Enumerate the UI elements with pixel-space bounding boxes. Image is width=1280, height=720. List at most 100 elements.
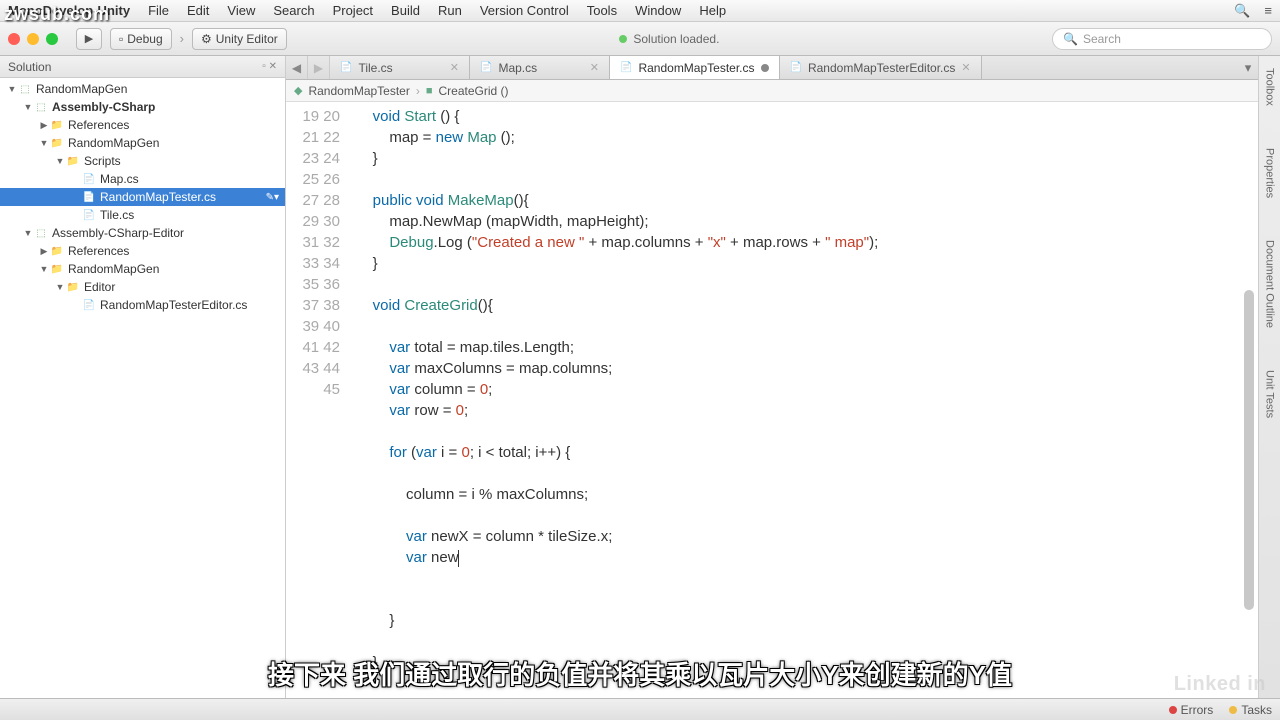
tree-item-randommaptester-cs[interactable]: 📄RandomMapTester.cs✎▾ <box>0 188 285 206</box>
tree-item-references[interactable]: ▶📁References <box>0 242 285 260</box>
sidetab-unit-tests[interactable]: Unit Tests <box>1262 364 1278 424</box>
menu-help[interactable]: Help <box>699 3 726 18</box>
tree-item-references[interactable]: ▶📁 References <box>0 116 285 134</box>
disclosure-icon[interactable]: ▼ <box>22 102 34 112</box>
tree-item-editor[interactable]: ▼📁Editor <box>0 278 285 296</box>
tree-item-randommapgen[interactable]: ▼⬚RandomMapGen <box>0 80 285 98</box>
solution-tree[interactable]: ▼⬚RandomMapGen▼⬚Assembly-CSharp▶📁Referen… <box>0 78 285 316</box>
search-icon: 🔍 <box>1063 32 1078 46</box>
menu-search[interactable]: Search <box>273 3 314 18</box>
disclosure-icon[interactable]: ▼ <box>38 264 50 274</box>
zoom-dot[interactable] <box>46 33 58 45</box>
breadcrumb-method[interactable]: CreateGrid () <box>439 84 509 98</box>
method-icon: ■ <box>426 85 433 97</box>
tab-map-cs[interactable]: 📄Map.cs✕ <box>470 56 610 79</box>
tasks-button[interactable]: Tasks <box>1229 703 1272 717</box>
menu-view[interactable]: View <box>227 3 255 18</box>
folder-icon: 📁 <box>66 154 80 168</box>
tab-label: RandomMapTesterEditor.cs <box>808 61 955 75</box>
tree-item-randommapgen[interactable]: ▼📁RandomMapGen <box>0 260 285 278</box>
tree-label: Tile.cs <box>100 208 134 222</box>
menu-project[interactable]: Project <box>333 3 373 18</box>
tree-label: References <box>68 118 129 132</box>
code-text[interactable]: void Start () { map = new Map (); } publ… <box>356 102 1258 698</box>
menu-edit[interactable]: Edit <box>187 3 209 18</box>
panel-controls[interactable]: ▫ ✕ <box>262 61 277 72</box>
disclosure-icon[interactable]: ▼ <box>6 84 18 94</box>
menu-tools[interactable]: Tools <box>587 3 617 18</box>
sidetab-toolbox[interactable]: Toolbox <box>1262 62 1278 112</box>
run-button[interactable]: ▶ <box>76 28 102 50</box>
disclosure-icon[interactable]: ▼ <box>22 228 34 238</box>
search-icon[interactable]: 🔍 <box>1234 3 1250 19</box>
toolbar: ▶ ▫ Debug › ⚙ Unity Editor Solution load… <box>0 22 1280 56</box>
tab-tile-cs[interactable]: 📄 Tile.cs ✕ <box>330 56 470 79</box>
tree-item-map-cs[interactable]: 📄Map.cs <box>0 170 285 188</box>
menu-file[interactable]: File <box>148 3 169 18</box>
folder-icon: 📁 <box>50 136 64 150</box>
file-icon: 📄 <box>340 62 352 73</box>
linkedin-watermark: Linked in <box>1174 673 1266 696</box>
tree-item-assembly-csharp-editor[interactable]: ▼⬚Assembly-CSharp-Editor <box>0 224 285 242</box>
errors-button[interactable]: Errors <box>1169 703 1214 717</box>
breadcrumb[interactable]: ◆ RandomMapTester › ■ CreateGrid () <box>286 80 1258 102</box>
close-icon[interactable]: ✕ <box>590 61 599 74</box>
side-tool-tabs[interactable]: Toolbox Properties Document Outline Unit Te… <box>1258 56 1280 698</box>
close-dot[interactable] <box>8 33 20 45</box>
line-gutter: 19 20 21 22 23 24 25 26 27 28 29 30 31 3… <box>286 102 356 698</box>
tree-label: RandomMapTester.cs <box>100 190 216 204</box>
target-combo[interactable]: ⚙ Unity Editor <box>192 28 287 50</box>
combo-sep: › <box>180 31 184 46</box>
solution-sidebar: Solution ▫ ✕ ▼⬚RandomMapGen▼⬚Assembly-CS… <box>0 56 286 698</box>
tree-item-assembly-csharp[interactable]: ▼⬚ Assembly-CSharp <box>0 98 285 116</box>
file-icon: 📄 <box>790 62 802 73</box>
folder-icon: 📁 <box>66 280 80 294</box>
disclosure-icon[interactable]: ▶ <box>38 246 50 257</box>
menu-window[interactable]: Window <box>635 3 681 18</box>
menu-run[interactable]: Run <box>438 3 462 18</box>
tree-item-scripts[interactable]: ▼📁 Scripts <box>0 152 285 170</box>
window-controls[interactable] <box>8 33 58 45</box>
menu-build[interactable]: Build <box>391 3 420 18</box>
nav-back[interactable]: ◀ <box>286 56 308 79</box>
tab-randommaptestereditor-cs[interactable]: 📄 RandomMapTesterEditor.cs ✕ <box>780 56 982 79</box>
folder-icon: 📁 <box>50 262 64 276</box>
tree-item-tile-cs[interactable]: 📄 Tile.cs <box>0 206 285 224</box>
scrollbar-thumb[interactable] <box>1244 290 1254 610</box>
sidetab-document-outline[interactable]: Document Outline <box>1262 234 1278 334</box>
task-icon <box>1229 706 1237 714</box>
disclosure-icon[interactable]: ▼ <box>38 138 50 148</box>
nav-forward[interactable]: ▶ <box>308 56 330 79</box>
close-icon[interactable]: ✕ <box>450 61 459 74</box>
proj-icon: ⬚ <box>34 226 48 240</box>
cs-icon: 📄 <box>82 298 96 312</box>
sidetab-properties[interactable]: Properties <box>1262 142 1278 204</box>
tree-label: Assembly-CSharp <box>52 100 155 114</box>
search-input[interactable]: 🔍Search <box>1052 28 1272 50</box>
tree-label: Scripts <box>84 154 121 168</box>
folder-icon: 📁 <box>50 118 64 132</box>
tab-randommaptester-cs[interactable]: 📄RandomMapTester.cs <box>610 56 780 79</box>
breadcrumb-class[interactable]: RandomMapTester <box>308 84 409 98</box>
tree-item-randommaptestereditor-cs[interactable]: 📄RandomMapTesterEditor.cs <box>0 296 285 314</box>
tree-item-randommapgen[interactable]: ▼📁 RandomMapGen <box>0 134 285 152</box>
tab-label: Tile.cs <box>358 61 392 75</box>
menubar-right: 🔍 ≡ <box>1234 3 1272 19</box>
menu-icon[interactable]: ≡ <box>1264 3 1272 19</box>
disclosure-icon[interactable]: ▼ <box>54 282 66 292</box>
code-view[interactable]: 19 20 21 22 23 24 25 26 27 28 29 30 31 3… <box>286 102 1258 698</box>
cs-icon: 📄 <box>82 190 96 204</box>
minimize-dot[interactable] <box>27 33 39 45</box>
menu-version-control[interactable]: Version Control <box>480 3 569 18</box>
config-combo[interactable]: ▫ Debug <box>110 28 172 50</box>
close-icon[interactable]: ✕ <box>961 61 970 74</box>
tree-label: RandomMapGen <box>68 136 159 150</box>
cs-icon: 📄 <box>82 208 96 222</box>
tabs-dropdown[interactable]: ▾ <box>1238 56 1258 79</box>
error-icon <box>1169 706 1177 714</box>
menubar: MonoDevelop-Unity FileEditViewSearchProj… <box>0 0 1280 22</box>
scrollbar-track[interactable] <box>1244 130 1254 690</box>
disclosure-icon[interactable]: ▶ <box>38 120 50 131</box>
disclosure-icon[interactable]: ▼ <box>54 156 66 166</box>
proj-icon: ⬚ <box>34 100 48 114</box>
